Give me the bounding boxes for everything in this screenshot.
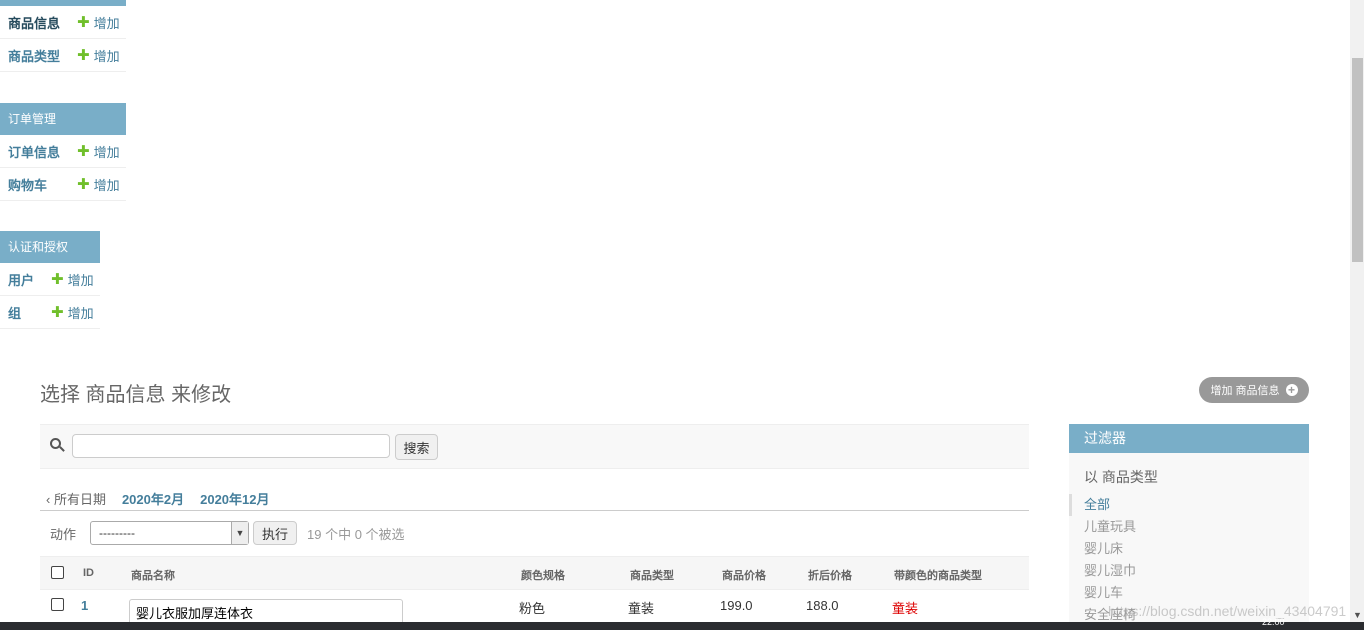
plus-icon: ✚: [77, 175, 90, 193]
row-colored-type: 童装: [892, 601, 919, 616]
table-row: 1 粉色 童装 199.0 188.0 童装: [40, 590, 1029, 625]
actions-label: 动作: [50, 526, 77, 542]
sidebar-add-goods-info[interactable]: ✚ 增加: [77, 13, 120, 32]
sidebar-item-goods-type: 商品类型 ✚ 增加: [0, 39, 126, 72]
selection-counter: 19 个中 0 个被选: [307, 526, 405, 542]
sidebar-header-orders[interactable]: 订单管理: [0, 103, 126, 135]
table-header: ID 商品名称 颜色规格 商品类型 商品价格 折后价格 带颜色的商品类型: [40, 556, 1029, 590]
sidebar-module-auth: 认证和授权 用户 ✚ 增加 组 ✚ 增加: [0, 231, 100, 329]
sidebar-header-auth[interactable]: 认证和授权: [0, 231, 100, 263]
sidebar-link-cart[interactable]: 购物车: [0, 175, 47, 194]
filter-title: 过滤器: [1069, 424, 1309, 453]
filter-item[interactable]: 婴儿湿巾: [1069, 560, 1309, 582]
taskbar: 22:00: [0, 617, 1364, 630]
date-link-feb[interactable]: 2020年2月: [122, 489, 184, 508]
scrollbar[interactable]: ▼: [1350, 0, 1364, 622]
filter-item[interactable]: 婴儿床: [1069, 538, 1309, 560]
search-icon: [50, 438, 66, 454]
plus-icon: ✚: [77, 46, 90, 64]
sidebar-add-goods-type[interactable]: ✚ 增加: [77, 46, 120, 65]
sidebar-add-cart[interactable]: ✚ 增加: [77, 175, 120, 194]
date-all-link[interactable]: ‹ 所有日期: [46, 489, 106, 508]
search-button[interactable]: 搜索: [395, 434, 438, 460]
scroll-down-icon[interactable]: ▼: [1353, 610, 1362, 620]
filter-panel: 过滤器 以 商品类型 全部 儿童玩具 婴儿床 婴儿湿巾 婴儿车 安全座椅: [1069, 424, 1309, 622]
sidebar-item-users: 用户 ✚ 增加: [0, 263, 100, 296]
column-header-id[interactable]: ID: [83, 567, 94, 579]
run-action-button[interactable]: 执行: [253, 521, 298, 545]
column-header-color[interactable]: 颜色规格: [521, 567, 565, 583]
column-header-discount[interactable]: 折后价格: [808, 567, 852, 583]
sidebar-item-groups: 组 ✚ 增加: [0, 296, 100, 329]
date-hierarchy: ‹ 所有日期 2020年2月 2020年12月: [46, 489, 270, 508]
plus-icon: ✚: [77, 142, 90, 160]
date-link-dec[interactable]: 2020年12月: [200, 489, 269, 508]
column-header-name[interactable]: 商品名称: [131, 567, 175, 583]
plus-icon: ✚: [51, 270, 64, 288]
filter-item-all[interactable]: 全部: [1069, 494, 1309, 516]
sidebar-link-order-info[interactable]: 订单信息: [0, 142, 60, 161]
search-input[interactable]: [72, 434, 390, 458]
column-header-price[interactable]: 商品价格: [722, 567, 766, 583]
row-color: 粉色: [519, 601, 546, 616]
sidebar-add-order-info[interactable]: ✚ 增加: [77, 142, 120, 161]
column-header-type[interactable]: 商品类型: [630, 567, 674, 583]
filter-by-label: 以 商品类型: [1084, 469, 1158, 485]
chevron-down-icon: ▼: [231, 522, 249, 544]
watermark: https://blog.csdn.net/weixin_43404791: [1108, 603, 1347, 619]
sidebar-link-goods-info[interactable]: 商品信息: [0, 13, 60, 32]
sidebar-link-goods-type[interactable]: 商品类型: [0, 46, 60, 65]
filter-item[interactable]: 儿童玩具: [1069, 516, 1309, 538]
add-goods-button[interactable]: 增加 商品信息 +: [1199, 377, 1309, 403]
row-id-link[interactable]: 1: [81, 598, 88, 613]
row-type: 童装: [628, 601, 655, 616]
page-title: 选择 商品信息 来修改: [40, 384, 232, 406]
plus-icon: +: [1285, 384, 1298, 396]
sidebar-module-orders: 订单管理 订单信息 ✚ 增加 购物车 ✚ 增加: [0, 103, 126, 201]
column-header-colored-type[interactable]: 带颜色的商品类型: [894, 567, 982, 583]
search-toolbar: 搜索: [40, 424, 1029, 469]
scroll-thumb[interactable]: [1352, 58, 1363, 262]
select-all-checkbox[interactable]: [51, 566, 64, 579]
row-checkbox[interactable]: [51, 598, 64, 611]
add-goods-button-label: 增加 商品信息: [1210, 385, 1280, 397]
action-select-value: ---------: [99, 526, 135, 540]
sidebar-item-cart: 购物车 ✚ 增加: [0, 168, 126, 201]
filter-item[interactable]: 婴儿车: [1069, 582, 1309, 604]
row-price: 199.0: [720, 598, 753, 613]
divider: [40, 510, 1029, 511]
sidebar-link-groups[interactable]: 组: [0, 303, 21, 322]
row-discount: 188.0: [806, 598, 839, 613]
sidebar-link-users[interactable]: 用户: [0, 270, 34, 289]
action-select[interactable]: --------- ▼: [90, 521, 250, 545]
sidebar-item-goods-info: 商品信息 ✚ 增加: [0, 6, 126, 39]
sidebar-add-groups[interactable]: ✚ 增加: [51, 303, 94, 322]
plus-icon: ✚: [51, 303, 64, 321]
taskbar-clock: 22:00: [1262, 617, 1285, 627]
plus-icon: ✚: [77, 13, 90, 31]
sidebar-add-users[interactable]: ✚ 增加: [51, 270, 94, 289]
sidebar-module-goods: 商品信息 ✚ 增加 商品类型 ✚ 增加: [0, 6, 126, 72]
sidebar-item-order-info: 订单信息 ✚ 增加: [0, 135, 126, 168]
actions-bar: 动作 --------- ▼ 执行 19 个中 0 个被选: [40, 520, 405, 546]
